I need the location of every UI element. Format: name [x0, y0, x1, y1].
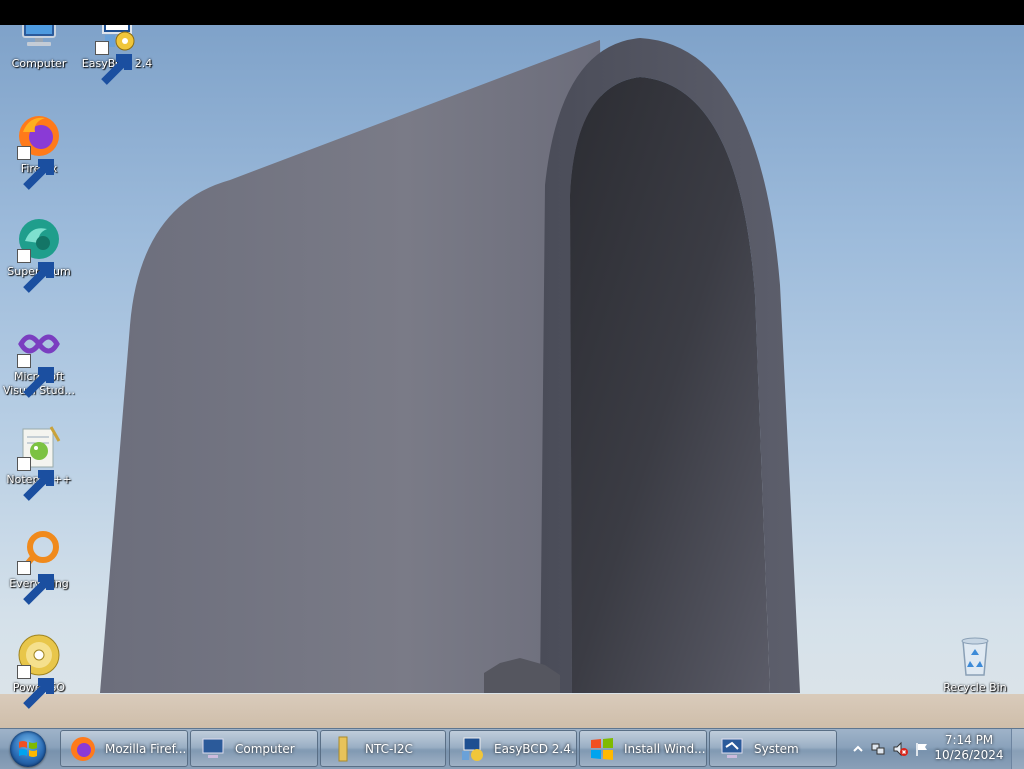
desktop-wallpaper[interactable]: Computer EasyBCD 2.4 Firefox Supermium M… [0, 25, 1024, 728]
desktop-icon-label: Computer [11, 57, 67, 70]
clock-time: 7:14 PM [944, 733, 994, 747]
notification-area: 7:14 PM 10/26/2024 [844, 729, 1024, 769]
system-clock[interactable]: 7:14 PM 10/26/2024 [934, 733, 1004, 763]
taskbar-button-label: Install Wind... [624, 741, 706, 756]
shortcut-arrow-icon [17, 665, 54, 709]
windows-logo-icon [19, 741, 37, 757]
desktop-icon-poweriso[interactable]: PowerISO [0, 631, 78, 709]
taskbar: Mozilla Firef... Computer NTC-I2C EasyBC… [0, 728, 1024, 769]
windows-logo-icon [591, 737, 613, 760]
desktop-icon-firefox[interactable]: Firefox [0, 112, 78, 190]
desktop-icon-easybcd[interactable]: EasyBCD 2.4 [78, 25, 156, 85]
desktop-icon-supermium[interactable]: Supermium [0, 215, 78, 293]
taskbar-button-folder[interactable]: NTC-I2C [320, 730, 446, 767]
desktop-icon-visual-studio[interactable]: Microsoft Visual Stud... [0, 320, 78, 398]
network-icon[interactable] [870, 741, 886, 757]
recycle-bin-icon [961, 637, 989, 676]
taskbar-button-label: Computer [235, 741, 295, 756]
wallpaper-arch-structure [100, 38, 800, 693]
folder-icon [338, 736, 348, 761]
computer-icon [22, 25, 56, 46]
taskbar-button-firefox[interactable]: Mozilla Firef... [60, 730, 188, 767]
action-center-flag-icon[interactable] [914, 741, 930, 757]
shortcut-arrow-icon [17, 457, 54, 501]
show-hidden-icons-arrow[interactable] [850, 741, 866, 757]
wallpaper-ground [0, 694, 1024, 728]
start-button[interactable] [2, 730, 54, 768]
desktop-icon-notepadpp[interactable]: Notepad++ [0, 423, 78, 501]
easybcd-icon [462, 737, 483, 761]
desktop-icon-computer[interactable]: Computer [0, 25, 78, 71]
desktop-icon-recycle-bin[interactable]: Recycle Bin [936, 631, 1014, 695]
shortcut-arrow-icon [17, 561, 54, 605]
desktop-icon-everything[interactable]: Everything [0, 527, 78, 605]
taskbar-button-system[interactable]: System [709, 730, 837, 767]
desktop-icon-label: Recycle Bin [943, 681, 1007, 694]
shortcut-arrow-icon [17, 354, 54, 398]
shortcut-arrow-icon [95, 41, 132, 85]
taskbar-button-install-windows[interactable]: Install Wind... [579, 730, 707, 767]
clock-date: 10/26/2024 [934, 748, 1004, 762]
system-icon [721, 738, 743, 758]
taskbar-button-label: NTC-I2C [365, 741, 413, 756]
taskbar-button-computer[interactable]: Computer [190, 730, 318, 767]
taskbar-button-label: Mozilla Firef... [105, 741, 187, 756]
shortcut-arrow-icon [17, 146, 54, 190]
volume-muted-icon[interactable] [892, 741, 908, 757]
computer-icon [202, 738, 224, 758]
shortcut-arrow-icon [17, 249, 54, 293]
taskbar-button-label: System [754, 741, 799, 756]
taskbar-button-easybcd[interactable]: EasyBCD 2.4... [449, 730, 577, 767]
firefox-icon [71, 736, 95, 761]
taskbar-button-label: EasyBCD 2.4... [494, 741, 577, 756]
top-black-bar [0, 0, 1024, 25]
show-desktop-button[interactable] [1011, 729, 1024, 769]
